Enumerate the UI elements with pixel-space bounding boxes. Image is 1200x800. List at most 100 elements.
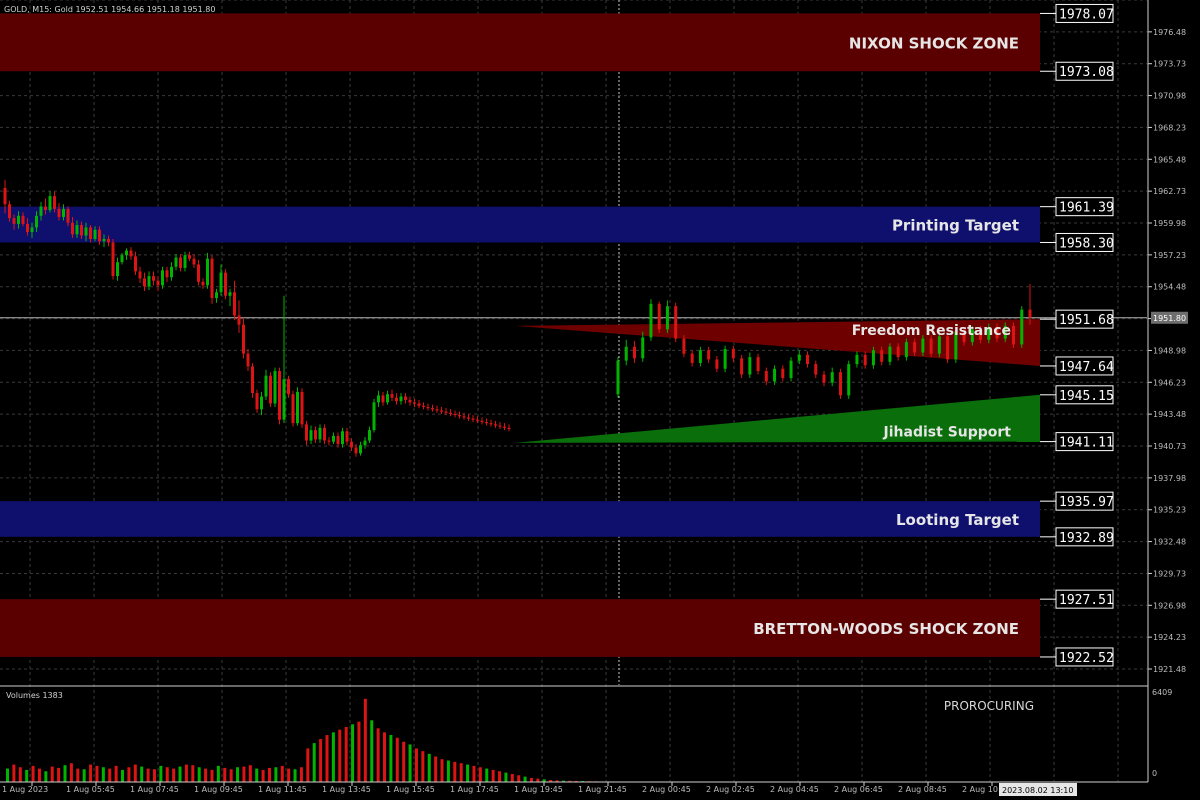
price-tick-label: 1957.23 (1153, 251, 1186, 260)
candle-body (71, 222, 74, 235)
candle-body (260, 396, 263, 410)
candle-body (715, 359, 719, 369)
candle-body (855, 354, 859, 365)
candle-body (399, 396, 403, 402)
candle-body (93, 229, 97, 239)
volume-bar (146, 768, 150, 782)
price-tick-label: 1937.98 (1153, 474, 1186, 483)
volume-bar (152, 769, 156, 782)
volume-bar (504, 772, 508, 782)
price-tick-label: 1940.73 (1153, 442, 1186, 451)
candle-body (773, 368, 777, 382)
volume-bar (248, 765, 252, 782)
volume-bar (191, 765, 195, 782)
volume-bar (114, 765, 118, 782)
volume-bar (395, 737, 399, 782)
candle-body (75, 225, 79, 235)
volume-bar (517, 775, 521, 782)
candle-body (84, 227, 88, 236)
level-value: 1951.68 (1059, 313, 1114, 328)
volume-bar (312, 743, 316, 782)
price-tick-label: 1962.73 (1153, 187, 1186, 196)
candle-body (35, 215, 38, 228)
candle-body (161, 270, 164, 286)
time-tick-label: 2 Aug 02:45 (706, 785, 755, 794)
candle-body (197, 264, 200, 282)
candle-body (616, 360, 620, 395)
price-tick-label: 1929.73 (1153, 569, 1186, 578)
candle-body (408, 400, 412, 403)
volume-bar (37, 768, 41, 782)
volume-bar (44, 771, 48, 782)
candle-body (8, 204, 11, 219)
candle-body (847, 364, 851, 396)
candle-body (764, 371, 768, 382)
candle-body (489, 423, 493, 425)
volume-bar (357, 721, 361, 782)
volume-bar (121, 769, 125, 782)
volume-axis-top: 6409 (1152, 688, 1172, 697)
candle-body (368, 430, 371, 441)
candle-body (129, 250, 133, 257)
volume-bar (261, 769, 265, 782)
candle-body (682, 338, 686, 354)
level-value: 1932.89 (1059, 531, 1114, 546)
candle-body (39, 206, 43, 216)
volume-bar (216, 765, 220, 782)
candle-body (183, 255, 187, 268)
level-value: 1922.52 (1059, 651, 1114, 666)
volume-bar (466, 764, 470, 782)
volume-bar (287, 768, 291, 782)
volume-bar (402, 741, 406, 782)
candle-body (426, 406, 430, 409)
candle-body (282, 379, 286, 420)
volume-bar (133, 764, 137, 782)
candle-body (89, 227, 92, 239)
time-tick-label: 2 Aug 00:45 (642, 785, 691, 794)
candle-body (814, 364, 818, 375)
candle-body (1012, 325, 1016, 345)
price-tick-label: 1924.23 (1153, 633, 1186, 642)
candle-body (341, 431, 344, 445)
volume-bar (331, 732, 335, 782)
candle-body (467, 417, 470, 419)
candle-body (913, 342, 917, 353)
volume-bar (280, 765, 284, 782)
volume-bar (529, 777, 533, 782)
candle-body (152, 276, 155, 281)
candle-body (291, 394, 295, 424)
candle-body (1020, 309, 1024, 345)
candle-body (44, 206, 47, 211)
volume-bar (427, 753, 431, 782)
cursor-time-label: 2023.08.02 13:10 (1002, 786, 1073, 795)
candle-body (748, 357, 752, 375)
volume-bar (178, 766, 182, 782)
candle-body (21, 215, 25, 224)
candle-body (17, 215, 20, 224)
candle-body (731, 349, 735, 359)
candle-body (174, 257, 178, 267)
volume-bar (440, 759, 444, 782)
volume-bar (408, 744, 412, 782)
candle-body (98, 229, 101, 242)
candle-body (287, 379, 290, 395)
price-chart[interactable]: 1976.48 1973.73 1970.98 1968.23 1965.48 1962.… (0, 0, 1200, 800)
volume-bar (89, 764, 93, 782)
candle-body (863, 354, 867, 366)
time-tick-label: 1 Aug 09:45 (194, 785, 243, 794)
volume-bar (101, 767, 105, 782)
volume-bar (95, 765, 99, 782)
candle-body (201, 281, 205, 286)
candle-body (57, 208, 61, 217)
candle-body (323, 427, 326, 441)
candle-body (224, 272, 227, 296)
candle-body (946, 336, 950, 360)
candle-body (431, 408, 434, 410)
level-value: 1978.07 (1059, 7, 1114, 22)
volume-bar (421, 751, 425, 782)
candle-body (273, 371, 277, 404)
candle-body (48, 196, 52, 211)
volume-bar (523, 776, 527, 782)
volume-bar (197, 767, 201, 782)
candle-body (756, 357, 760, 372)
